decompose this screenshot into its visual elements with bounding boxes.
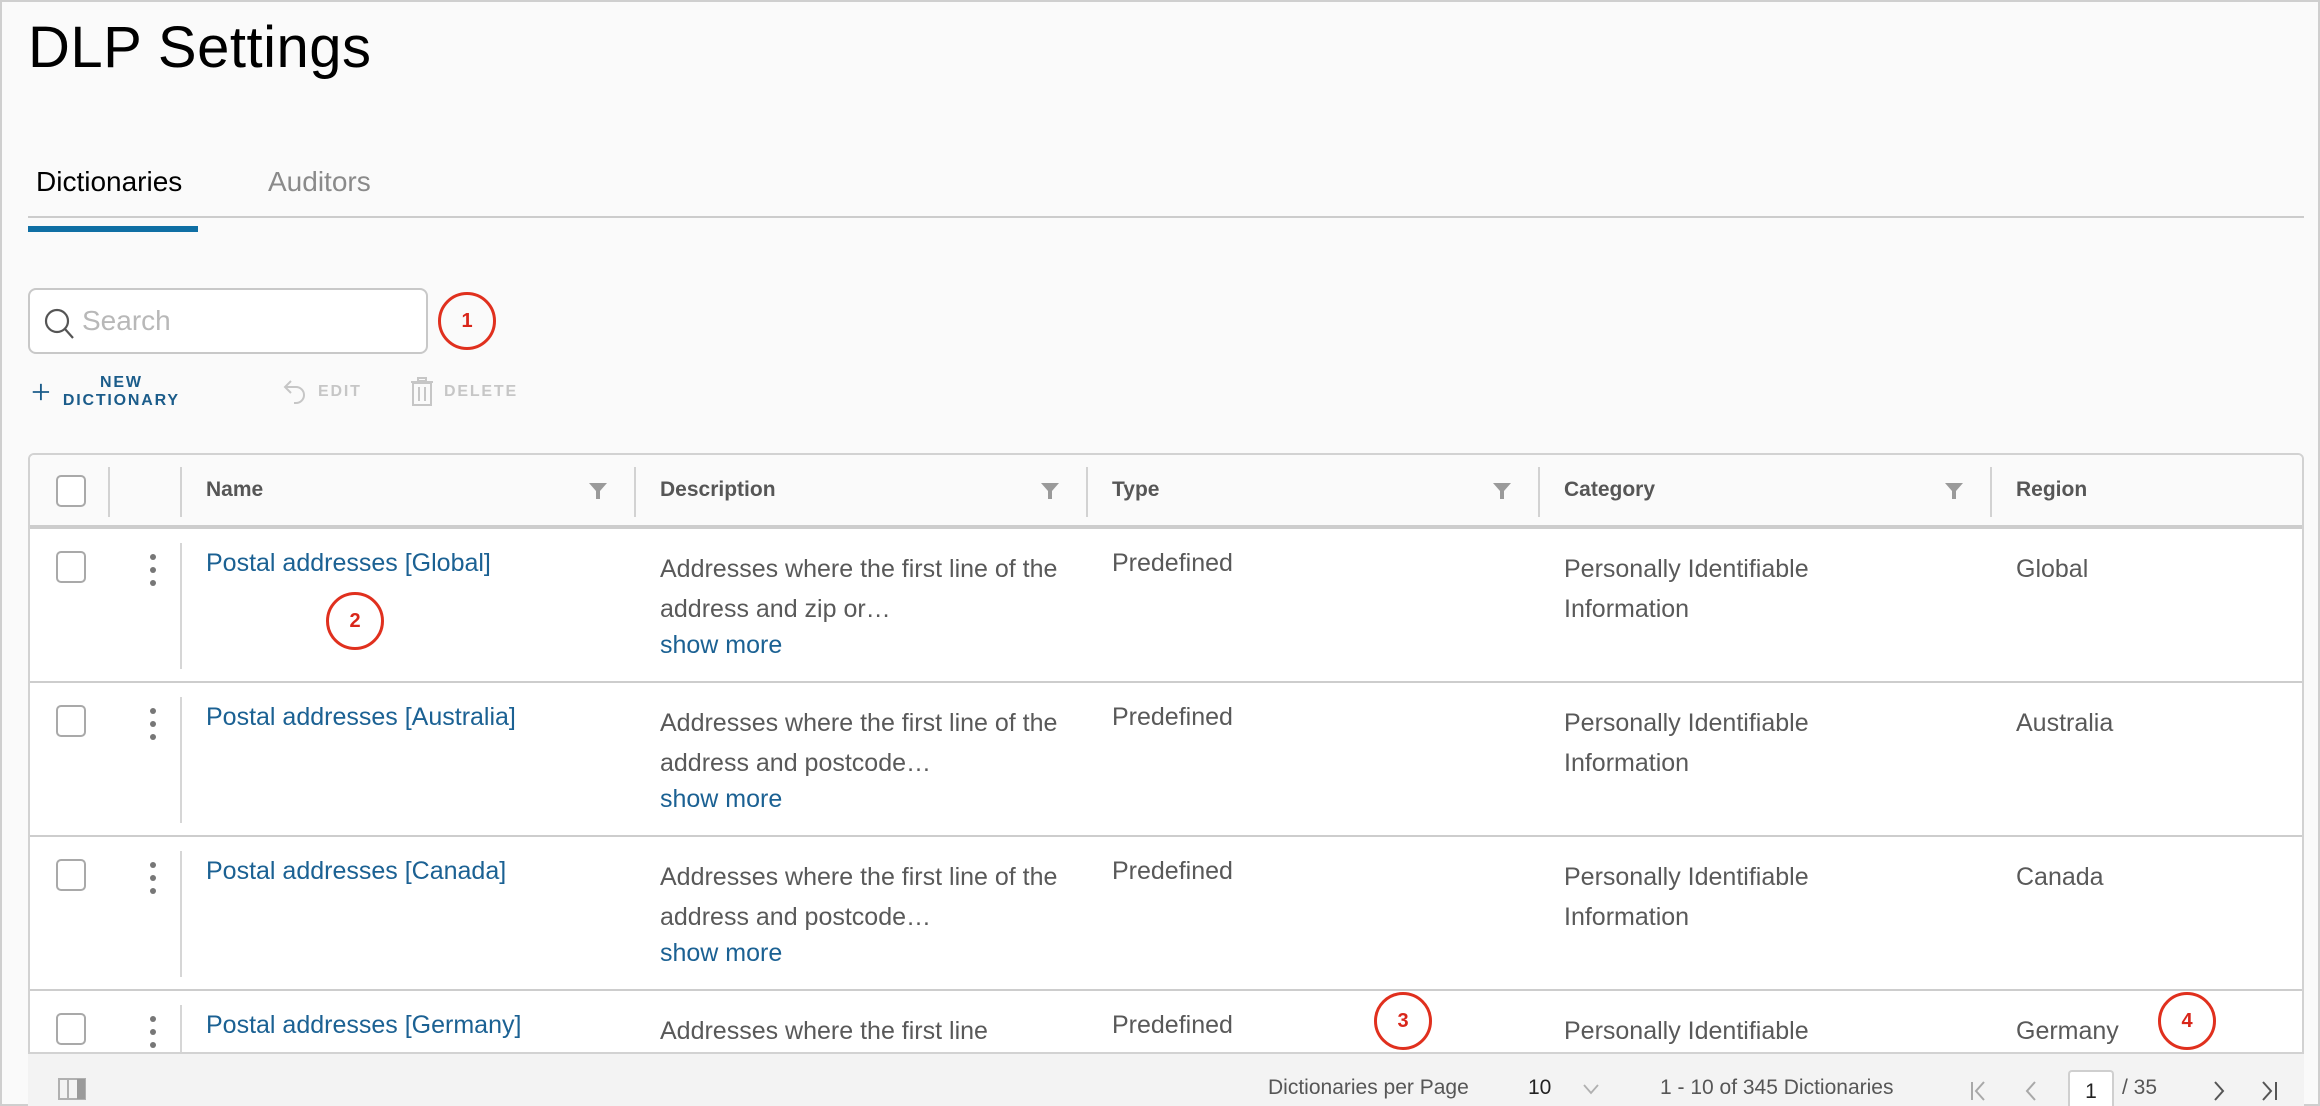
column-separator[interactable] [1990, 467, 1992, 517]
row-checkbox[interactable] [56, 859, 86, 891]
description-text: Addresses where the first line of the ad… [660, 555, 1058, 623]
annotation-marker-2: 2 [326, 592, 384, 650]
column-header-description[interactable]: Description [660, 455, 776, 525]
page-number-input[interactable]: 1 [2068, 1070, 2114, 1106]
undo-arrow-icon [283, 380, 305, 404]
column-separator[interactable] [1086, 467, 1088, 517]
next-page-icon[interactable] [2208, 1080, 2230, 1102]
category-cell: Personally Identifiable Information [1564, 709, 1809, 777]
region-cell: Australia [2016, 709, 2114, 737]
type-cell: Predefined [1112, 857, 1233, 885]
column-separator[interactable] [634, 467, 636, 517]
column-header-name[interactable]: Name [206, 455, 263, 525]
range-text: 1 - 10 of 345 Dictionaries [1660, 1076, 1894, 1099]
region-cell: Global [2016, 555, 2089, 583]
tab-dictionaries[interactable]: Dictionaries [28, 166, 198, 232]
previous-page-icon[interactable] [2020, 1080, 2042, 1102]
page-title: DLP Settings [28, 15, 372, 80]
edit-label: EDIT [318, 383, 362, 400]
column-header-region[interactable]: Region [2016, 455, 2087, 525]
first-page-icon[interactable] [1968, 1080, 1990, 1102]
annotation-marker-1: 1 [438, 292, 496, 350]
delete-label: DELETE [444, 383, 518, 400]
new-dictionary-label: NEW DICTIONARY [62, 374, 180, 409]
category-cell: Personally Identifiable Information [1564, 863, 1809, 931]
dictionaries-grid: Name Description Type Category Region Po… [28, 453, 2304, 1106]
filter-icon[interactable] [1492, 481, 1512, 501]
dictionary-name-link[interactable]: Postal addresses [Global] [206, 549, 491, 577]
grid-header: Name Description Type Category Region [30, 455, 2302, 529]
edit-button[interactable]: EDIT [282, 372, 362, 412]
dictionary-name-link[interactable]: Postal addresses [Australia] [206, 703, 516, 731]
delete-button[interactable]: DELETE [410, 372, 518, 412]
search-input[interactable] [82, 298, 412, 344]
tab-bar: Dictionaries Auditors [28, 152, 2304, 232]
column-header-category[interactable]: Category [1564, 455, 1655, 525]
dictionary-name-link[interactable]: Postal addresses [Canada] [206, 857, 506, 885]
show-more-link[interactable]: show more [660, 783, 1060, 815]
column-separator[interactable] [1538, 467, 1540, 517]
column-toggle-icon[interactable] [58, 1078, 86, 1100]
table-row[interactable]: Postal addresses [Australia] Addresses w… [30, 683, 2302, 837]
trash-icon [411, 377, 433, 406]
row-checkbox[interactable] [56, 1013, 86, 1045]
category-cell: Personally Identifiable [1564, 1017, 1809, 1045]
filter-icon[interactable] [588, 481, 608, 501]
table-row[interactable]: Postal addresses [Canada] Addresses wher… [30, 837, 2302, 991]
new-dictionary-button[interactable]: NEW DICTIONARY [32, 372, 183, 412]
show-more-link[interactable]: show more [660, 629, 1060, 661]
type-cell: Predefined [1112, 549, 1233, 577]
chevron-down-icon[interactable] [1582, 1082, 1600, 1096]
search-field[interactable] [28, 288, 428, 354]
grid-footer: Dictionaries per Page 10 1 - 10 of 345 D… [28, 1052, 2304, 1106]
region-cell: Canada [2016, 863, 2104, 891]
kebab-menu-icon[interactable] [140, 1013, 166, 1053]
kebab-menu-icon[interactable] [140, 859, 166, 899]
dictionary-name-link[interactable]: Postal addresses [Germany] [206, 1011, 521, 1039]
select-all-checkbox[interactable] [56, 475, 86, 507]
type-cell: Predefined [1112, 1011, 1233, 1039]
category-cell: Personally Identifiable Information [1564, 555, 1809, 623]
row-separator [180, 697, 182, 823]
app-frame: DLP Settings Dictionaries Auditors NEW D… [0, 0, 2320, 1106]
plus-icon [32, 383, 50, 401]
column-separator [180, 467, 182, 517]
description-text: Addresses where the first line [660, 1017, 988, 1045]
column-header-type[interactable]: Type [1112, 455, 1159, 525]
last-page-icon[interactable] [2258, 1080, 2280, 1102]
search-icon [44, 308, 74, 339]
kebab-menu-icon[interactable] [140, 551, 166, 591]
annotation-marker-4: 4 [2158, 992, 2216, 1050]
row-checkbox[interactable] [56, 705, 86, 737]
description-text: Addresses where the first line of the ad… [660, 709, 1058, 777]
annotation-marker-3: 3 [1374, 992, 1432, 1050]
tab-auditors[interactable]: Auditors [260, 166, 377, 218]
region-cell: Germany [2016, 1017, 2119, 1045]
row-checkbox[interactable] [56, 551, 86, 583]
description-text: Addresses where the first line of the ad… [660, 863, 1058, 931]
per-page-label: Dictionaries per Page [1268, 1076, 1469, 1099]
filter-icon[interactable] [1040, 481, 1060, 501]
filter-icon[interactable] [1944, 481, 1964, 501]
type-cell: Predefined [1112, 703, 1233, 731]
per-page-select[interactable]: 10 [1528, 1076, 1551, 1100]
total-pages: / 35 [2122, 1076, 2158, 1099]
column-separator [108, 467, 110, 517]
row-separator [180, 851, 182, 977]
kebab-menu-icon[interactable] [140, 705, 166, 745]
show-more-link[interactable]: show more [660, 937, 1060, 969]
row-separator [180, 543, 182, 669]
